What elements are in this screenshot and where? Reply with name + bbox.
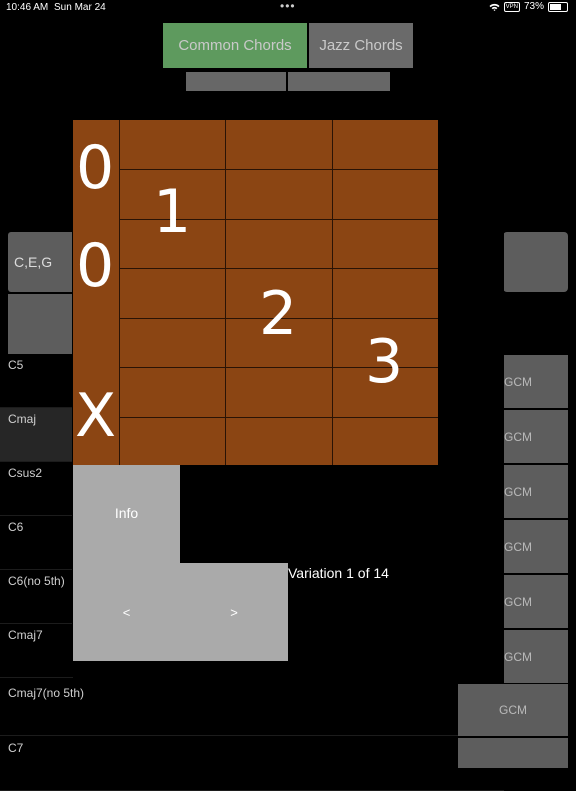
variation-label: Variation 1 of 14 bbox=[288, 565, 389, 581]
list-item[interactable]: C6(no 5th) bbox=[0, 570, 73, 624]
chord-label: Cmaj7(no 5th) bbox=[8, 686, 85, 700]
list-item[interactable]: C6 bbox=[0, 516, 73, 570]
chord-label: Cmaj7 bbox=[8, 628, 43, 642]
right-list-item[interactable]: GCM bbox=[504, 465, 568, 518]
fret-line bbox=[332, 120, 333, 465]
subtab-major[interactable] bbox=[186, 72, 286, 91]
next-variation-button[interactable]: > bbox=[180, 595, 288, 629]
chord-label: C5 bbox=[8, 358, 24, 372]
finger-marker: 2 bbox=[259, 279, 298, 349]
status-bar: 10:46 AM Sun Mar 24 ••• VPN 73% bbox=[0, 0, 576, 16]
right-list-item[interactable]: GCM bbox=[504, 410, 568, 463]
right-button-1[interactable] bbox=[503, 232, 568, 292]
open-string-marker: 0 bbox=[76, 231, 115, 301]
multitask-dots-icon[interactable]: ••• bbox=[280, 0, 296, 13]
wifi-icon bbox=[489, 3, 500, 11]
battery-percent: 73% bbox=[523, 1, 544, 12]
right-list-item-partial[interactable] bbox=[458, 738, 568, 768]
right-list-item[interactable]: GCM bbox=[504, 355, 568, 408]
string-line bbox=[119, 268, 438, 269]
status-right: VPN 73% bbox=[489, 1, 568, 12]
chord-label: Csus2 bbox=[8, 466, 43, 480]
notes-button[interactable]: C,E,G bbox=[8, 232, 72, 292]
tab-common-chords[interactable]: Common Chords bbox=[163, 23, 307, 68]
fretboard[interactable]: 0 0 X 1 2 3 bbox=[73, 120, 438, 465]
right-list-item[interactable]: GCM bbox=[504, 630, 568, 683]
muted-string-marker: X bbox=[75, 381, 117, 451]
chord-label: C6(no 5th) bbox=[8, 574, 65, 588]
status-time: 10:46 AM bbox=[6, 2, 49, 13]
chord-label: C7 bbox=[8, 741, 24, 755]
right-list-item[interactable]: GCM bbox=[504, 575, 568, 628]
string-line bbox=[119, 169, 438, 170]
list-item[interactable]: C7 bbox=[0, 737, 504, 791]
vpn-badge: VPN bbox=[503, 1, 520, 12]
subtab-minor[interactable] bbox=[288, 72, 390, 91]
right-list-item-wide[interactable]: GCM bbox=[458, 684, 568, 736]
fret-line bbox=[225, 120, 226, 465]
chord-label: Cmaj bbox=[8, 412, 37, 426]
fret-line bbox=[119, 120, 120, 465]
tab-jazz-chords[interactable]: Jazz Chords bbox=[309, 23, 413, 68]
list-item[interactable]: Cmaj7 bbox=[0, 624, 73, 678]
finger-marker: 1 bbox=[153, 177, 192, 247]
info-button[interactable]: Info bbox=[73, 505, 180, 521]
list-item[interactable]: C5 bbox=[0, 354, 73, 408]
string-line bbox=[119, 417, 438, 418]
status-date: Sun Mar 24 bbox=[54, 2, 106, 13]
list-item[interactable]: Csus2 bbox=[0, 462, 73, 516]
list-item[interactable]: Cmaj bbox=[0, 408, 73, 462]
right-list-item[interactable]: GCM bbox=[504, 520, 568, 573]
chord-label: C6 bbox=[8, 520, 24, 534]
finger-marker: 3 bbox=[365, 327, 404, 397]
previous-variation-button[interactable]: < bbox=[73, 595, 180, 629]
open-string-marker: 0 bbox=[76, 133, 115, 203]
list-item[interactable]: Cmaj7(no 5th) bbox=[0, 682, 504, 736]
battery-icon bbox=[548, 1, 568, 12]
left-button-2[interactable] bbox=[8, 294, 72, 354]
